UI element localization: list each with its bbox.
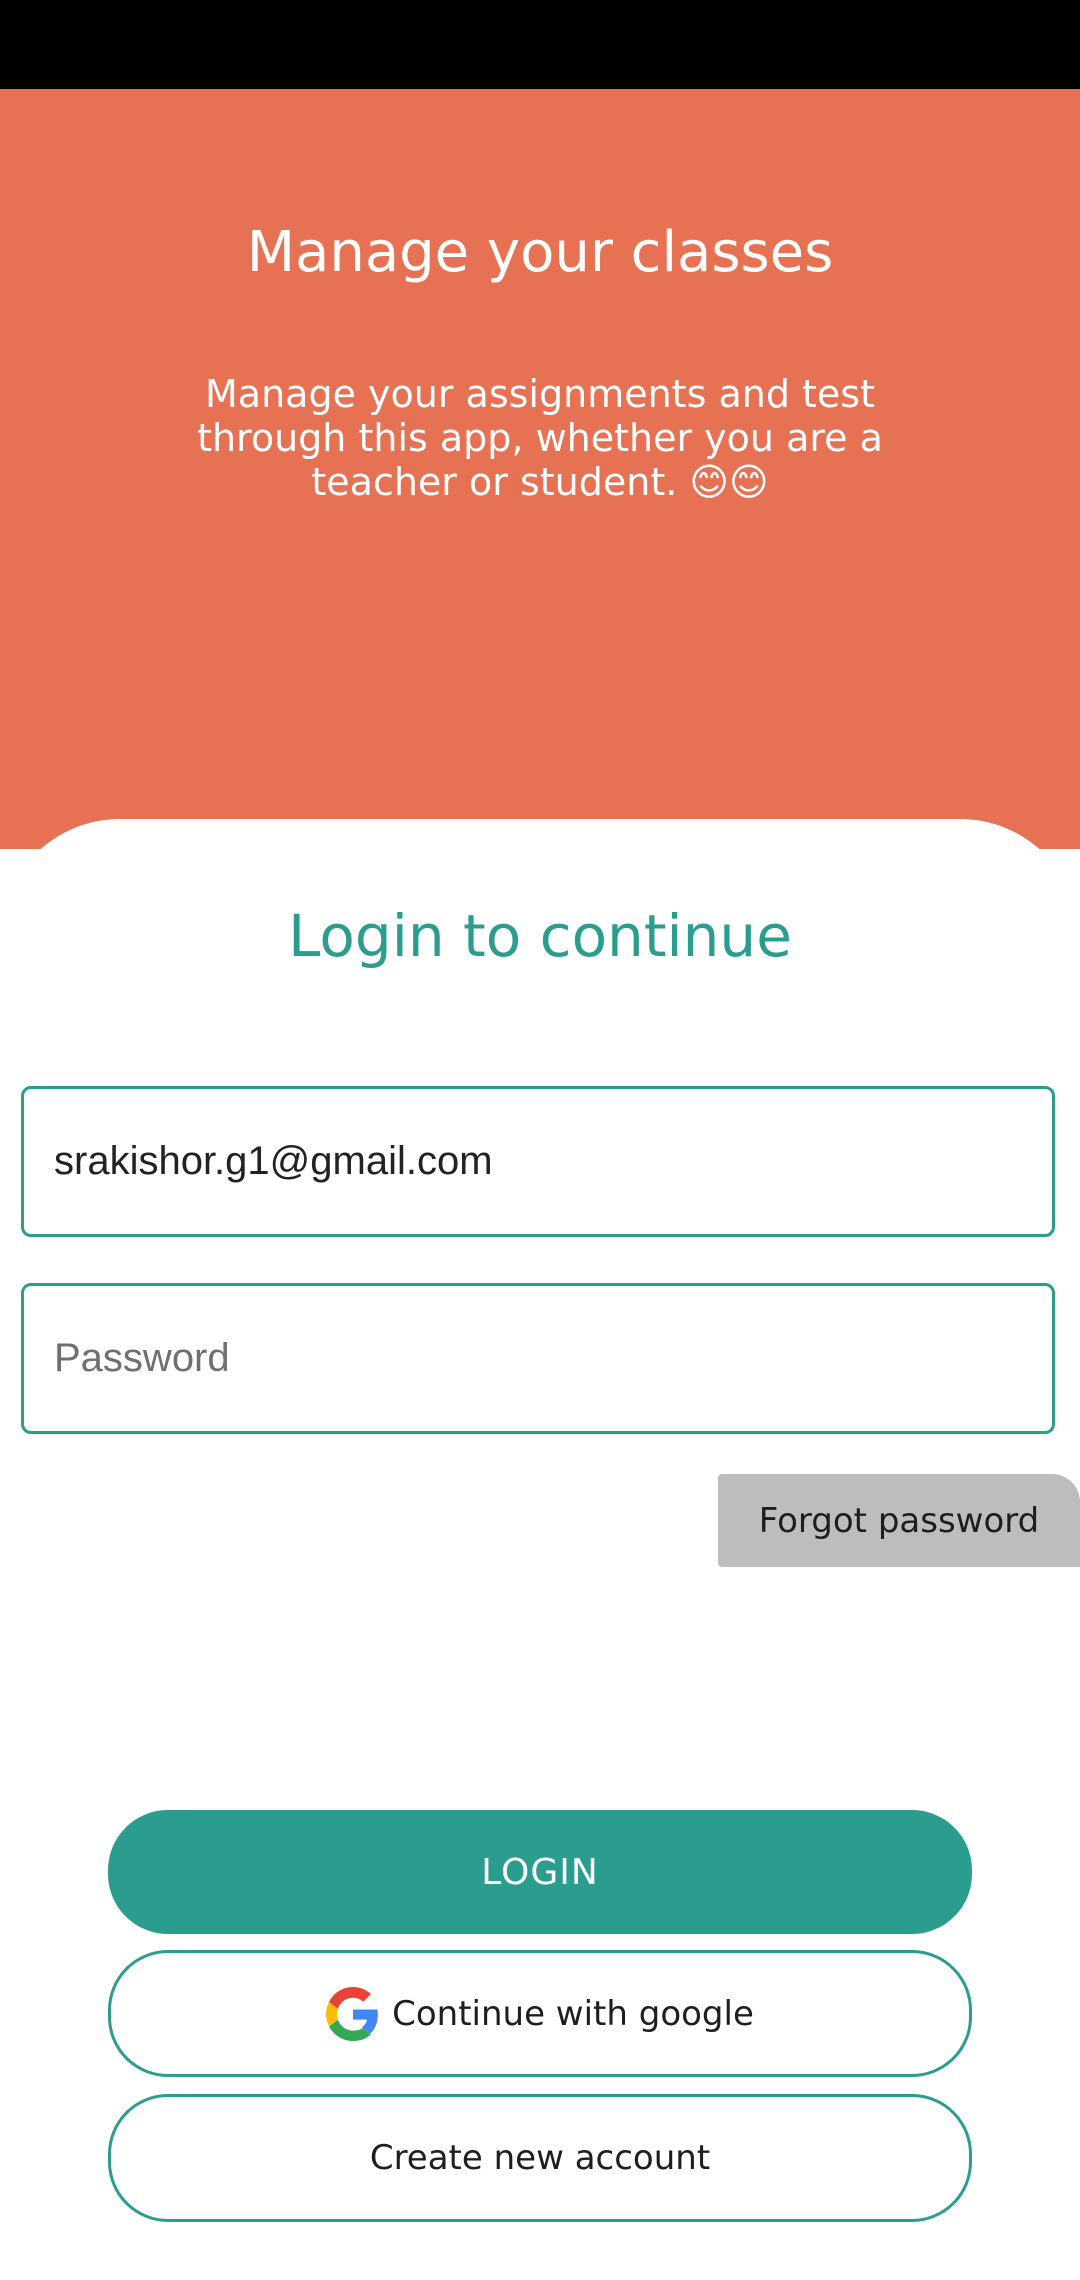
google-g-icon <box>326 1986 380 2041</box>
login-button[interactable]: LOGIN <box>108 1810 972 1934</box>
forgot-password-button[interactable]: Forgot password <box>718 1474 1080 1567</box>
forgot-password-label: Forgot password <box>758 1500 1040 1541</box>
google-button-label: Continue with google <box>392 1993 754 2034</box>
google-signin-button[interactable]: Continue with google <box>108 1950 972 2077</box>
login-title: Login to continue <box>288 902 792 970</box>
create-account-label: Create new account <box>369 2138 711 2178</box>
hero-title: Manage your classes <box>246 220 834 285</box>
hero-subtitle: Manage your assignments and test through… <box>197 372 883 504</box>
login-button-label: LOGIN <box>481 1851 599 1893</box>
status-bar <box>0 0 1080 89</box>
create-account-button[interactable]: Create new account <box>108 2094 972 2222</box>
email-input[interactable] <box>24 1089 1052 1234</box>
password-field[interactable] <box>21 1283 1055 1434</box>
email-field[interactable] <box>21 1086 1055 1237</box>
password-input[interactable] <box>24 1286 1052 1431</box>
